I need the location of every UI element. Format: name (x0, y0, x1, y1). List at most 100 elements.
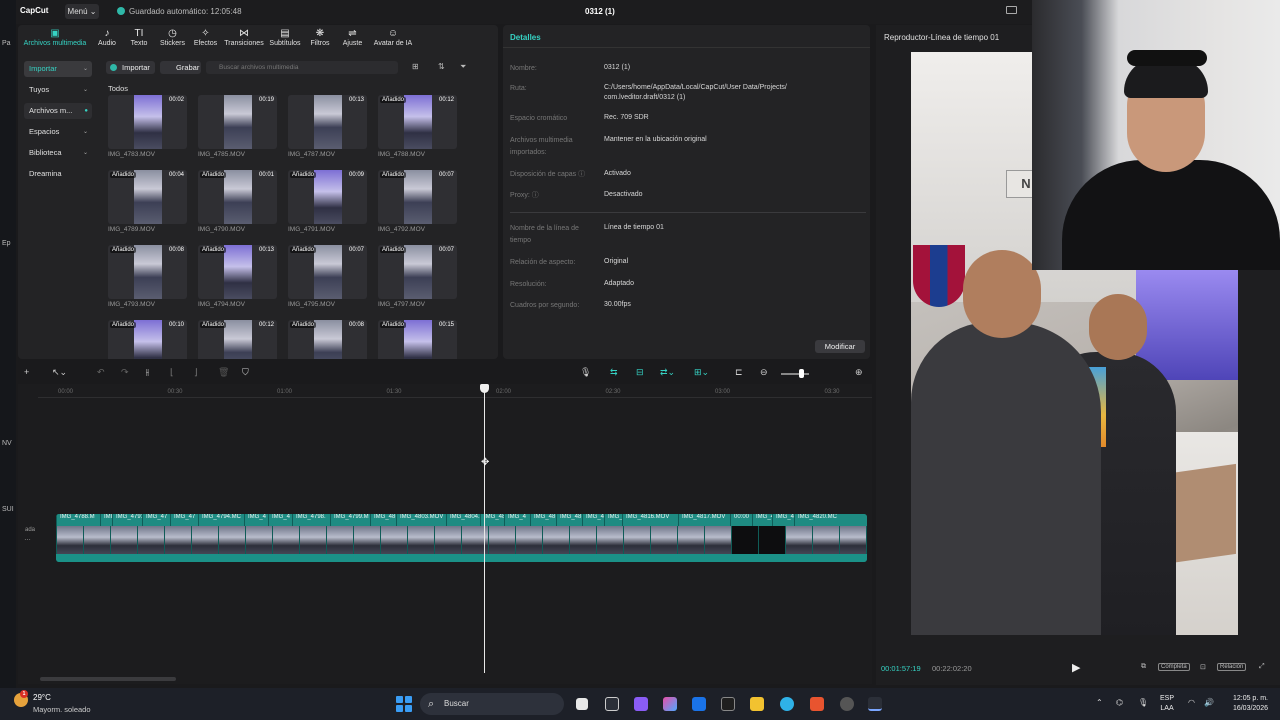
windows-start-icon[interactable] (396, 696, 412, 712)
side-item-import[interactable]: Importar ⌄ (24, 61, 92, 77)
snap-icon[interactable]: ⊞⌄ (694, 367, 709, 378)
brave-icon[interactable] (810, 697, 824, 711)
playhead-handle[interactable] (480, 384, 489, 393)
clip-frame (731, 526, 758, 554)
store-icon[interactable] (692, 697, 706, 711)
clip-duration: 00:07 (438, 172, 454, 178)
zoom-fit-icon[interactable]: ⊡ (1200, 663, 1206, 671)
layout-icon[interactable] (1006, 6, 1017, 14)
copilot-icon[interactable] (663, 697, 677, 711)
weather-temperature[interactable]: 29°C (33, 693, 51, 702)
media-thumbnail[interactable]: 00:08 Añadido (288, 320, 367, 359)
delete-icon[interactable]: 🗑 (218, 367, 229, 378)
zoom-slider-handle[interactable] (799, 369, 804, 378)
preview-axis-icon[interactable]: ⇄⌄ (660, 367, 675, 378)
media-thumbnail[interactable]: 00:04 Añadido (108, 170, 187, 224)
import-button[interactable]: Importar (106, 61, 155, 74)
taskbar-search[interactable]: Buscar (420, 693, 564, 715)
split-icon[interactable]: ⫲ (146, 367, 149, 378)
fullscreen-icon[interactable]: ⤢ (1259, 663, 1265, 671)
media-thumbnail[interactable]: 00:12 Añadido (198, 320, 277, 359)
network-icon[interactable]: ⌬ (1116, 698, 1123, 707)
magnet-icon[interactable]: ⊟ (636, 367, 644, 378)
zoom-slider[interactable] (781, 373, 809, 375)
ratio-button[interactable]: Relación (1217, 663, 1247, 671)
tab-transitions[interactable]: ⋈ Transiciones (222, 25, 266, 53)
add-track-icon[interactable]: + (24, 367, 29, 377)
tab-audio[interactable]: ♪ Audio (92, 25, 122, 53)
tab-ai-avatar[interactable]: ☺ Avatar de IA (369, 25, 417, 53)
shield-icon[interactable]: ⛉ (242, 367, 249, 378)
video-track[interactable]: IMG_4788.M IMI IMG_4791 IMG_47 IMG_47 IMG_479… (56, 514, 867, 562)
edge-icon[interactable] (780, 697, 794, 711)
media-thumbnail[interactable]: 00:07 Añadido (378, 245, 457, 299)
undo-icon[interactable]: ↶ (97, 367, 105, 378)
tab-stickers[interactable]: ◷ Stickers (156, 25, 189, 53)
snapshot-icon[interactable]: ⧉ (1141, 663, 1146, 671)
terminal-icon[interactable] (721, 697, 735, 711)
tab-media[interactable]: ▣ Archivos multimedia (18, 25, 92, 53)
side-item-dreamina[interactable]: Dreamina (24, 166, 92, 182)
modify-button[interactable]: Modificar (815, 340, 865, 353)
grid-view-icon[interactable]: ⊞ (412, 62, 419, 71)
clip-filename: IMG_4790.MOV (198, 226, 245, 233)
filter-icon[interactable]: ⏷ (460, 62, 466, 72)
side-item-spaces[interactable]: Espacios ⌄ (24, 124, 92, 140)
weather-description[interactable]: Mayorm. soleado (33, 705, 91, 714)
tab-effects[interactable]: ✧ Efectos (189, 25, 222, 53)
microphone-icon[interactable]: 🎙 (580, 367, 591, 378)
microphone-tray-icon[interactable]: 🎙 (1138, 698, 1148, 707)
full-quality-button[interactable]: Completa (1158, 663, 1190, 671)
media-thumbnail[interactable]: 00:02 (108, 95, 187, 149)
thumbnail-image (314, 320, 342, 359)
redo-icon[interactable]: ↷ (121, 367, 129, 378)
tab-text[interactable]: TI Texto (122, 25, 156, 53)
trim-left-icon[interactable]: ⌊ (170, 367, 174, 378)
timeline-scrollbar[interactable] (40, 677, 176, 681)
media-thumbnail[interactable]: 00:07 Añadido (378, 170, 457, 224)
media-thumbnail[interactable]: 00:19 (198, 95, 277, 149)
side-item-yours[interactable]: Tuyos ⌄ (24, 82, 92, 98)
playhead[interactable] (484, 386, 485, 673)
media-thumbnail[interactable]: 00:10 Añadido (108, 320, 187, 359)
clock[interactable]: 12:05 p. m. 16/03/2026 (1224, 694, 1268, 714)
sort-icon[interactable]: ⇅ (438, 62, 445, 71)
select-tool-icon[interactable]: ↖⌄ (52, 367, 67, 378)
menu-button[interactable]: Menú ⌄ (65, 4, 99, 19)
trim-right-icon[interactable]: ⌋ (194, 367, 198, 378)
language-indicator[interactable]: ESP LAA (1160, 694, 1174, 714)
clip-label: IMG_4794.MC (198, 514, 244, 526)
volume-icon[interactable]: 🔊 (1204, 698, 1214, 707)
capcut-app-icon[interactable] (605, 697, 619, 711)
zoom-in-icon[interactable]: ⊕ (855, 367, 863, 378)
media-thumbnail[interactable]: 00:15 Añadido (378, 320, 457, 359)
media-thumbnail[interactable]: 00:13 Añadido (198, 245, 277, 299)
chrome-icon[interactable] (840, 697, 854, 711)
media-thumbnail[interactable]: 00:07 Añadido (288, 245, 367, 299)
snipping-tool-icon[interactable] (634, 697, 648, 711)
caption-icon[interactable]: ⊏ (735, 367, 743, 378)
media-thumbnail[interactable]: 00:13 (288, 95, 367, 149)
side-item-media-files[interactable]: Archivos m... ● (24, 103, 92, 119)
detail-value: Desactivado (604, 191, 643, 198)
media-thumbnail[interactable]: 00:08 Añadido (108, 245, 187, 299)
wifi-icon[interactable]: ◠ (1188, 698, 1195, 707)
side-item-library[interactable]: Biblioteca ⌄ (24, 145, 92, 161)
record-button[interactable]: Grabar (160, 61, 201, 74)
tab-subtitles[interactable]: ▤ Subtítulos (266, 25, 304, 53)
weather-icon[interactable]: 1 (14, 690, 28, 707)
media-thumbnail[interactable]: 00:09 Añadido (288, 170, 367, 224)
file-explorer-icon[interactable] (750, 697, 764, 711)
task-view-icon[interactable] (576, 698, 588, 710)
chevron-up-icon[interactable]: ⌃ (1096, 698, 1103, 707)
media-thumbnail[interactable]: 00:12 Añadido (378, 95, 457, 149)
link-icon[interactable]: ⇆ (610, 367, 618, 378)
tab-adjust[interactable]: ⇌ Ajuste (336, 25, 369, 53)
media-thumbnail[interactable]: 00:01 Añadido (198, 170, 277, 224)
more-icon[interactable]: … (24, 535, 31, 542)
zoom-out-icon[interactable]: ⊖ (760, 367, 768, 378)
media-search-input[interactable]: Buscar archivos multimedia (206, 61, 398, 74)
capcut-active-icon[interactable] (868, 697, 882, 711)
tab-filters[interactable]: ❋ Filtros (304, 25, 336, 53)
play-icon[interactable]: ▶ (1072, 661, 1080, 674)
